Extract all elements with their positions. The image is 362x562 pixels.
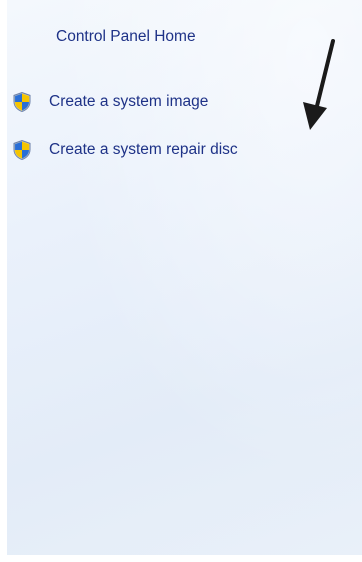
create-system-image-link[interactable]: Create a system image xyxy=(12,91,208,113)
create-system-image-label: Create a system image xyxy=(49,93,209,110)
uac-shield-icon xyxy=(13,92,31,112)
annotation-arrow-icon xyxy=(303,39,335,130)
uac-shield-icon xyxy=(13,140,31,160)
create-system-repair-disc-link[interactable]: Create a system repair disc xyxy=(12,139,238,161)
control-panel-home-link[interactable]: Control Panel Home xyxy=(56,28,196,46)
create-system-repair-disc-label: Create a system repair disc xyxy=(49,141,238,158)
